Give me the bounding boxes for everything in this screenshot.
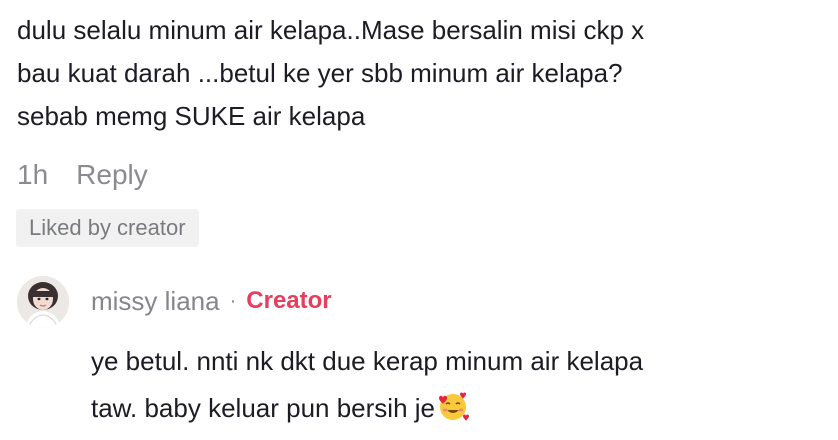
comment-body: dulu selalu minum air kelapa..Mase bersa… — [17, 15, 645, 131]
author-name[interactable]: missy liana — [91, 286, 220, 317]
avatar[interactable] — [17, 276, 69, 328]
creator-tag: Creator — [246, 287, 332, 314]
comment-timestamp: 1h — [17, 159, 49, 190]
reply-body: ye betul. nnti nk dkt due kerap minum ai… — [91, 338, 821, 432]
liked-by-creator-badge: Liked by creator — [16, 209, 199, 247]
separator-dot: · — [229, 289, 237, 312]
avatar-portrait-icon — [17, 276, 69, 328]
reply-text: ye betul. nnti nk dkt due kerap minum ai… — [91, 346, 644, 423]
comment-meta: 1h Reply — [17, 153, 148, 197]
reply-button[interactable]: Reply — [76, 159, 148, 191]
smiling-face-with-hearts-icon — [439, 392, 469, 421]
author-line: missy liana · Creator — [91, 284, 332, 318]
liked-badge-label: Liked by creator — [29, 215, 186, 240]
creator-reply: missy liana · Creator ye betul. nnti nk … — [17, 276, 827, 436]
